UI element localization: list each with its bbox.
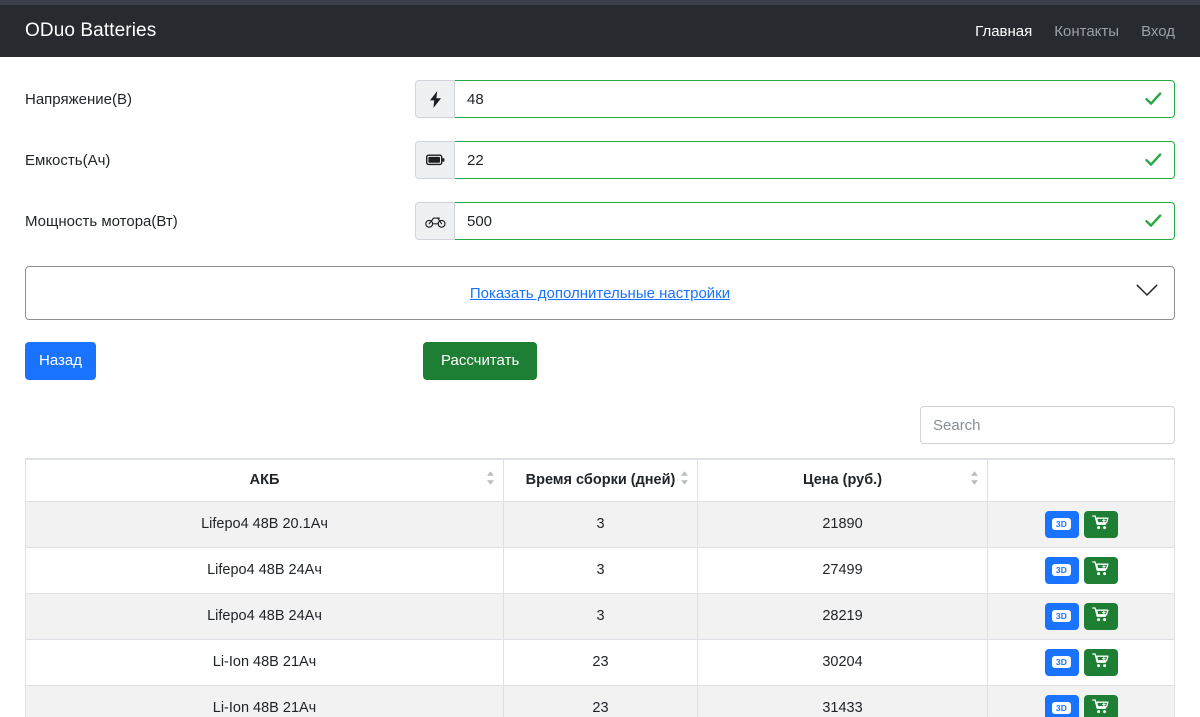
cell-price: 30204	[698, 639, 988, 685]
cell-battery-name: Lifepo4 48В 24Ач	[26, 547, 504, 593]
advanced-settings-toggle-link[interactable]: Показать дополнительные настройки	[470, 285, 730, 302]
cart-plus-icon	[1092, 561, 1109, 579]
view-3d-button[interactable]: 3D	[1045, 603, 1079, 630]
cell-build-time: 23	[504, 639, 698, 685]
cell-actions: 3D	[988, 593, 1175, 639]
label-capacity: Емкость(Ач)	[25, 152, 415, 169]
input-group-voltage	[415, 80, 1175, 118]
back-button[interactable]: Назад	[25, 342, 96, 380]
view-3d-label: 3D	[1052, 702, 1070, 714]
view-3d-button[interactable]: 3D	[1045, 649, 1079, 676]
voltage-input[interactable]	[455, 80, 1133, 118]
results-table-body: Lifepo4 48В 20.1Ач3218903DLifepo4 48В 24…	[26, 501, 1175, 717]
input-group-motor-power	[415, 202, 1175, 240]
add-to-cart-button[interactable]	[1084, 695, 1118, 717]
field-row-capacity: Емкость(Ач)	[25, 141, 1175, 179]
cell-battery-name: Lifepo4 48В 20.1Ач	[26, 501, 504, 547]
add-to-cart-button[interactable]	[1084, 649, 1118, 676]
table-row: Lifepo4 48В 24Ач328219 3D	[26, 593, 1175, 639]
add-to-cart-button[interactable]	[1084, 557, 1118, 584]
label-motor-power: Мощность мотора(Вт)	[25, 213, 415, 230]
battery-icon	[415, 141, 455, 179]
cart-plus-icon	[1092, 653, 1109, 671]
cell-price: 28219	[698, 593, 988, 639]
sort-icon	[680, 471, 689, 490]
table-row: Li-Ion 48В 21Ач2331433 3D	[26, 685, 1175, 717]
label-voltage: Напряжение(В)	[25, 91, 415, 108]
cell-price: 27499	[698, 547, 988, 593]
column-header-build-time[interactable]: Время сборки (дней)	[504, 459, 698, 501]
column-header-actions	[988, 459, 1175, 501]
motor-power-valid-check-icon	[1133, 202, 1175, 240]
add-to-cart-button[interactable]	[1084, 511, 1118, 538]
page-container: Напряжение(В) Емкость(Ач)	[0, 80, 1200, 717]
nav-link-contacts[interactable]: Контакты	[1054, 23, 1119, 40]
cell-battery-name: Li-Ion 48В 21Ач	[26, 639, 504, 685]
view-3d-label: 3D	[1052, 518, 1070, 530]
nav-link-home[interactable]: Главная	[975, 23, 1032, 40]
form-actions: Назад Рассчитать	[25, 342, 1175, 380]
column-header-build-time-label: Время сборки (дней)	[526, 472, 676, 488]
motor-power-input[interactable]	[455, 202, 1133, 240]
column-header-battery[interactable]: АКБ	[26, 459, 504, 501]
cell-price: 21890	[698, 501, 988, 547]
cell-build-time: 3	[504, 501, 698, 547]
capacity-valid-check-icon	[1133, 141, 1175, 179]
field-row-voltage: Напряжение(В)	[25, 80, 1175, 118]
view-3d-label: 3D	[1052, 564, 1070, 576]
main-nav: Главная Контакты Вход	[975, 23, 1175, 40]
view-3d-button[interactable]: 3D	[1045, 557, 1079, 584]
table-row: Li-Ion 48В 21Ач2330204 3D	[26, 639, 1175, 685]
input-group-capacity	[415, 141, 1175, 179]
view-3d-button[interactable]: 3D	[1045, 695, 1079, 717]
sort-icon	[486, 471, 495, 490]
cell-actions: 3D	[988, 685, 1175, 717]
nav-link-login[interactable]: Вход	[1141, 23, 1175, 40]
results-table-container: АКБ Время сборки (дней) Цена (руб.)	[25, 458, 1175, 717]
cell-build-time: 23	[504, 685, 698, 717]
table-search-row	[25, 406, 1175, 444]
cart-plus-icon	[1092, 607, 1109, 625]
sort-icon	[970, 471, 979, 490]
cell-price: 31433	[698, 685, 988, 717]
capacity-input[interactable]	[455, 141, 1133, 179]
cell-build-time: 3	[504, 593, 698, 639]
cell-build-time: 3	[504, 547, 698, 593]
calculate-button[interactable]: Рассчитать	[423, 342, 537, 380]
bolt-icon	[415, 80, 455, 118]
cell-battery-name: Li-Ion 48В 21Ач	[26, 685, 504, 717]
search-input[interactable]	[920, 406, 1175, 444]
brand-title: ODuo Batteries	[25, 20, 156, 42]
cell-battery-name: Lifepo4 48В 24Ач	[26, 593, 504, 639]
bicycle-icon	[415, 202, 455, 240]
table-row: Lifepo4 48В 20.1Ач321890 3D	[26, 501, 1175, 547]
column-header-battery-label: АКБ	[250, 472, 280, 488]
column-header-price-label: Цена (руб.)	[803, 472, 882, 488]
chevron-down-icon	[1136, 284, 1158, 302]
view-3d-label: 3D	[1052, 610, 1070, 622]
add-to-cart-button[interactable]	[1084, 603, 1118, 630]
table-header-row: АКБ Время сборки (дней) Цена (руб.)	[26, 459, 1175, 501]
cell-actions: 3D	[988, 547, 1175, 593]
navbar: ODuo Batteries Главная Контакты Вход	[0, 5, 1200, 57]
cell-actions: 3D	[988, 501, 1175, 547]
column-header-price[interactable]: Цена (руб.)	[698, 459, 988, 501]
cart-plus-icon	[1092, 515, 1109, 533]
cart-plus-icon	[1092, 699, 1109, 717]
view-3d-label: 3D	[1052, 656, 1070, 668]
view-3d-button[interactable]: 3D	[1045, 511, 1079, 538]
cell-actions: 3D	[988, 639, 1175, 685]
results-table-head: АКБ Время сборки (дней) Цена (руб.)	[26, 459, 1175, 501]
voltage-valid-check-icon	[1133, 80, 1175, 118]
advanced-settings-panel[interactable]: Показать дополнительные настройки	[25, 266, 1175, 320]
field-row-motor-power: Мощность мотора(Вт)	[25, 202, 1175, 240]
table-row: Lifepo4 48В 24Ач327499 3D	[26, 547, 1175, 593]
results-table: АКБ Время сборки (дней) Цена (руб.)	[25, 458, 1175, 717]
